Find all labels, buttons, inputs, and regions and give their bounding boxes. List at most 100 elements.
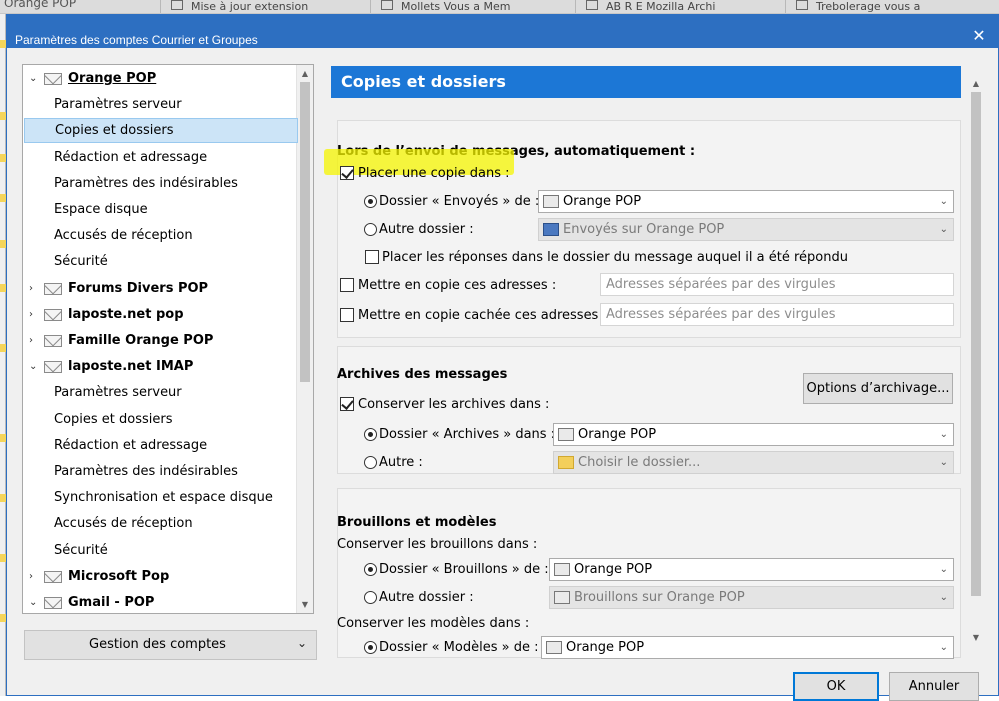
chevron-right-icon[interactable]: › [29,276,39,301]
settings-item[interactable]: Synchronisation et espace disque [23,485,297,510]
settings-item-label: Paramètres serveur [54,385,182,400]
settings-item[interactable]: Sécurité [23,249,297,274]
envelope-icon [44,597,62,609]
settings-item[interactable]: Copies et dossiers [24,118,298,143]
cc-checkbox[interactable] [340,278,354,292]
account-item[interactable]: ⌄ laposte.net IMAP [23,354,297,379]
background-tab[interactable]: Mollets Vous a Mem [370,0,570,13]
bcc-input[interactable]: Adresses séparées par des virgules [600,303,954,326]
folder-icon [546,641,562,654]
scrollbar-thumb[interactable] [300,82,310,382]
place-copy-checkbox[interactable] [340,166,354,180]
background-app-title: Orange POP [4,0,77,10]
scroll-up-icon[interactable]: ▲ [297,65,313,82]
sent-folder-label: Dossier « Envoyés » de : [379,194,540,209]
drafts-folder-dropdown[interactable]: Orange POP ⌄ [549,558,954,581]
envelope-icon [44,283,62,295]
archives-other-dropdown[interactable]: Choisir le dossier... ⌄ [553,451,954,474]
settings-item-label: Rédaction et adressage [54,150,208,165]
account-label: Orange POP [68,71,157,86]
templates-folder-label: Dossier « Modèles » de : [379,640,539,655]
pane-scrollbar[interactable]: ▲ ▼ [968,76,984,646]
tab-icon [586,0,598,10]
keep-templates-label: Conserver les modèles dans : [337,616,530,631]
chevron-right-icon[interactable]: › [29,564,39,589]
settings-item-label: Paramètres des indésirables [54,176,238,191]
chevron-down-icon: ⌄ [939,224,948,235]
background-tab[interactable]: AB R E Mozilla Archi [575,0,785,13]
templates-folder-dropdown[interactable]: Orange POP ⌄ [541,636,954,659]
scroll-down-icon[interactable]: ▼ [968,630,984,646]
archives-other-radio[interactable] [364,456,377,469]
sent-folder-dropdown[interactable]: Orange POP ⌄ [538,190,954,213]
keep-drafts-label: Conserver les brouillons dans : [337,537,538,552]
settings-item[interactable]: Sécurité [23,538,297,563]
settings-item[interactable]: Copies et dossiers [23,407,297,432]
settings-item[interactable]: Accusés de réception [23,223,297,248]
folder-icon [558,428,574,441]
account-item[interactable]: › Microsoft Pop [23,564,297,589]
archive-options-button[interactable]: Options d’archivage... [803,373,953,404]
reply-in-folder-label: Placer les réponses dans le dossier du m… [382,250,848,265]
archives-other-label: Autre : [379,455,423,470]
chevron-down-icon: ⌄ [296,636,307,650]
chevron-down-icon[interactable]: ⌄ [29,66,39,91]
chevron-down-icon[interactable]: ⌄ [29,354,39,379]
drafts-other-dropdown[interactable]: Brouillons sur Orange POP ⌄ [549,586,954,609]
title-bar: Paramètres des comptes Courrier et Group… [6,14,999,48]
chevron-right-icon[interactable]: › [29,302,39,327]
background-tab[interactable]: Mise à jour extension [160,0,370,13]
background-browser-tabs: Orange POP Mise à jour extension Mollets… [0,0,999,14]
close-icon[interactable]: ✕ [971,28,987,44]
chevron-down-icon: ⌄ [939,196,948,207]
tree-scrollbar[interactable]: ▲ ▼ [296,65,313,613]
manage-accounts-label: Gestion des comptes [89,637,226,652]
settings-item[interactable]: Paramètres des indésirables [23,459,297,484]
settings-item[interactable]: Rédaction et adressage [23,145,297,170]
account-item[interactable]: › laposte.net pop [23,302,297,327]
account-item[interactable]: › Famille Orange POP [23,328,297,353]
settings-item[interactable]: Rédaction et adressage [23,433,297,458]
account-tree[interactable]: ▲ ▼ ⌄ Orange POP Paramètres serveur Copies … [22,64,314,614]
chevron-down-icon: ⌄ [939,564,948,575]
ok-button[interactable]: OK [793,672,879,701]
scrollbar-thumb[interactable] [971,92,981,596]
envelope-icon [44,361,62,373]
settings-item-label: Copies et dossiers [54,412,173,427]
other-folder-label: Autre dossier : [379,222,474,237]
envelope-icon [44,309,62,321]
sent-folder-radio[interactable] [364,195,377,208]
settings-item[interactable]: Paramètres des indésirables [23,171,297,196]
settings-item-label: Espace disque [54,202,148,217]
other-folder-dropdown[interactable]: Envoyés sur Orange POP ⌄ [538,218,954,241]
templates-folder-radio[interactable] [364,641,377,654]
settings-item[interactable]: Paramètres serveur [23,380,297,405]
settings-item-label: Paramètres serveur [54,97,182,112]
bcc-checkbox[interactable] [340,308,354,322]
account-item[interactable]: › Forums Divers POP [23,276,297,301]
cc-input[interactable]: Adresses séparées par des virgules [600,273,954,296]
other-folder-radio[interactable] [364,223,377,236]
settings-item[interactable]: Accusés de réception [23,511,297,536]
drafts-folder-radio[interactable] [364,563,377,576]
scroll-down-icon[interactable]: ▼ [297,596,313,613]
account-item[interactable]: ⌄ Orange POP [23,66,297,91]
chevron-right-icon[interactable]: › [29,328,39,353]
chevron-down-icon[interactable]: ⌄ [29,590,39,613]
drafts-other-radio[interactable] [364,591,377,604]
archives-folder-radio[interactable] [364,428,377,441]
keep-archives-checkbox[interactable] [340,397,354,411]
background-tab[interactable]: Trebolerage vous a [785,0,999,13]
archives-folder-dropdown[interactable]: Orange POP ⌄ [553,423,954,446]
settings-item[interactable]: Paramètres serveur [23,92,297,117]
cancel-button[interactable]: Annuler [889,672,979,701]
account-item[interactable]: ⌄ Gmail - POP [23,590,297,613]
manage-accounts-button[interactable]: Gestion des comptes ⌄ [24,630,317,660]
keep-archives-label: Conserver les archives dans : [358,397,550,412]
chevron-down-icon: ⌄ [939,429,948,440]
page-title: Copies et dossiers [331,66,961,98]
folder-icon [543,195,559,208]
scroll-up-icon[interactable]: ▲ [968,76,984,92]
reply-in-folder-checkbox[interactable] [365,250,379,264]
settings-item[interactable]: Espace disque [23,197,297,222]
